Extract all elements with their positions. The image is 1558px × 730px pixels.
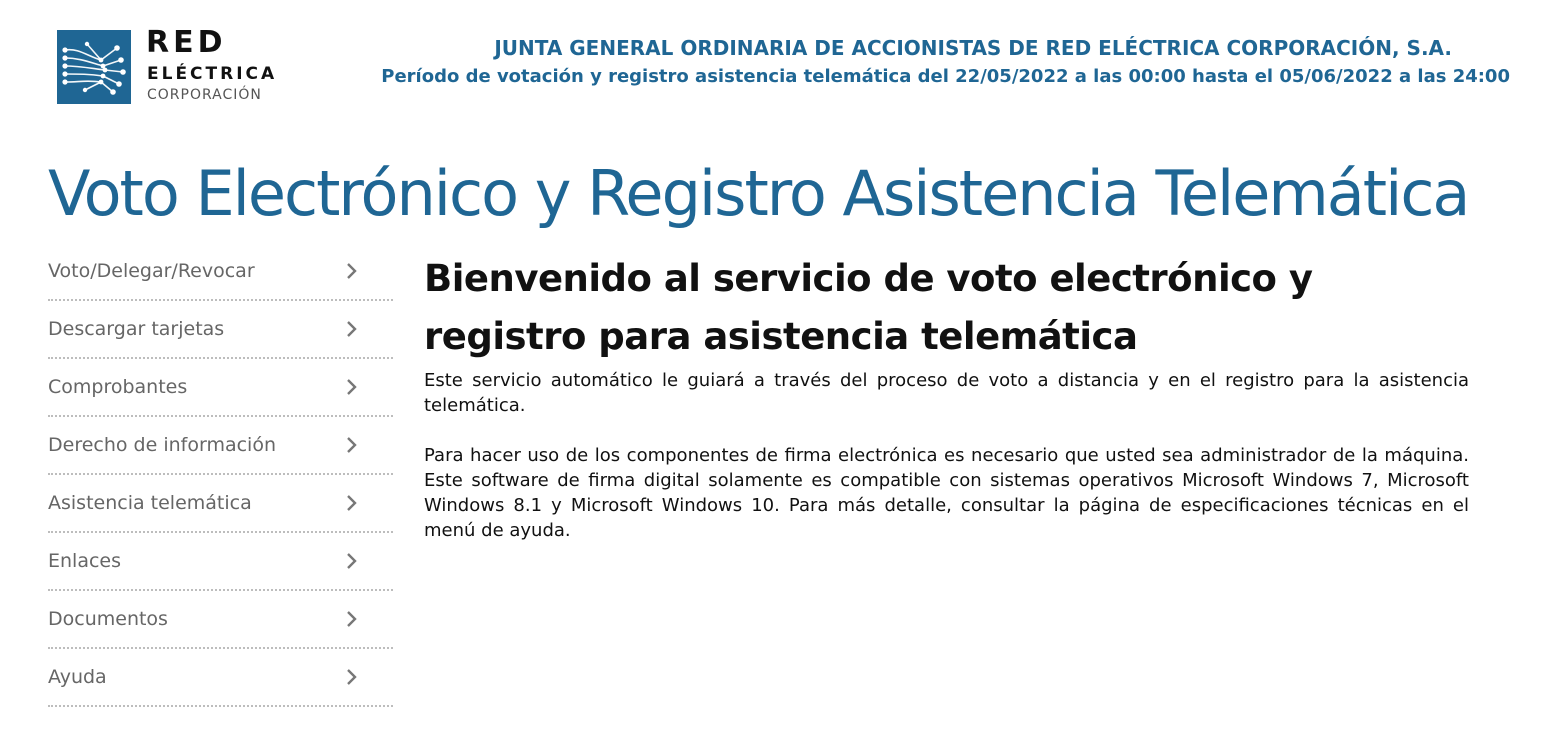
- sidebar-item-asistencia-telematica[interactable]: Asistencia telemática: [48, 475, 393, 533]
- chevron-right-icon: [347, 611, 357, 627]
- sidebar-item-ayuda[interactable]: Ayuda: [48, 649, 393, 707]
- intro-paragraph: Este servicio automático le guiará a tra…: [424, 370, 1469, 416]
- logo-text-electrica: ELÉCTRICA: [147, 64, 278, 84]
- requirements-paragraph: Para hacer uso de los componentes de fir…: [424, 445, 1469, 541]
- sidebar-item-voto-delegar-revocar[interactable]: Voto/Delegar/Revocar: [48, 243, 393, 301]
- chevron-right-icon: [347, 321, 357, 337]
- chevron-right-icon: [347, 263, 357, 279]
- sidebar-item-label: Descargar tarjetas: [48, 318, 225, 340]
- sidebar-item-comprobantes[interactable]: Comprobantes: [48, 359, 393, 417]
- sidebar-item-label: Derecho de información: [48, 434, 276, 456]
- sidebar-item-label: Enlaces: [48, 550, 122, 572]
- sidebar-item-label: Comprobantes: [48, 376, 188, 398]
- sidebar-item-descargar-tarjetas[interactable]: Descargar tarjetas: [48, 301, 393, 359]
- voting-period: Período de votación y registro asistenci…: [381, 66, 1510, 87]
- main-content: Bienvenido al servicio de voto electróni…: [424, 250, 1469, 543]
- company-logo[interactable]: RED ELÉCTRICA CORPORACIÓN: [57, 25, 307, 106]
- chevron-right-icon: [347, 379, 357, 395]
- page-title: Voto Electrónico y Registro Asistencia T…: [48, 157, 1470, 230]
- chevron-right-icon: [347, 669, 357, 685]
- sidebar-item-enlaces[interactable]: Enlaces: [48, 533, 393, 591]
- sidebar-menu: Voto/Delegar/Revocar Descargar tarjetas …: [48, 243, 393, 707]
- sidebar-item-label: Asistencia telemática: [48, 492, 252, 514]
- meeting-title: JUNTA GENERAL ORDINARIA DE ACCIONISTAS D…: [494, 36, 1452, 60]
- header-info: JUNTA GENERAL ORDINARIA DE ACCIONISTAS D…: [360, 34, 1510, 92]
- chevron-right-icon: [347, 437, 357, 453]
- sidebar-item-documentos[interactable]: Documentos: [48, 591, 393, 649]
- sidebar-item-label: Ayuda: [48, 666, 107, 688]
- logo-network-icon: [57, 30, 131, 104]
- welcome-heading: Bienvenido al servicio de voto electróni…: [424, 257, 1313, 358]
- logo-text-red: RED: [146, 25, 227, 60]
- sidebar-item-label: Voto/Delegar/Revocar: [48, 260, 255, 282]
- chevron-right-icon: [347, 553, 357, 569]
- page: RED ELÉCTRICA CORPORACIÓN JUNTA GENERAL …: [0, 0, 1558, 730]
- sidebar-item-label: Documentos: [48, 608, 168, 630]
- logo-text-corporacion: CORPORACIÓN: [147, 87, 262, 103]
- sidebar-item-derecho-informacion[interactable]: Derecho de información: [48, 417, 393, 475]
- chevron-right-icon: [347, 495, 357, 511]
